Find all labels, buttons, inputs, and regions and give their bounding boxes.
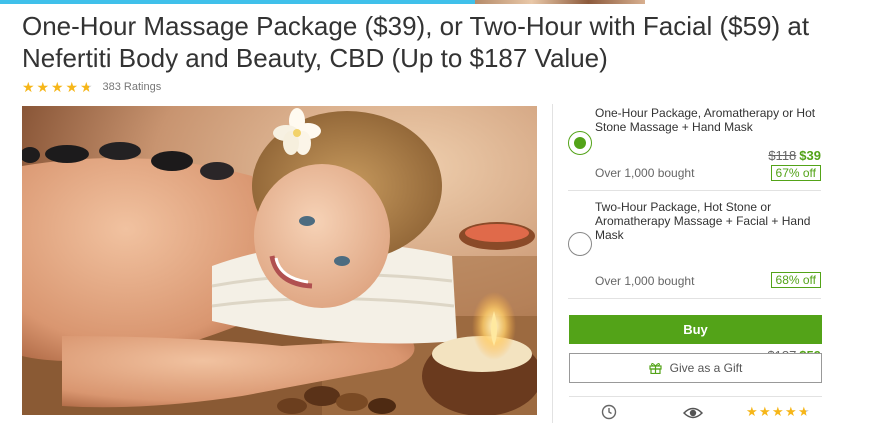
bought-count: Over 1,000 bought bbox=[595, 274, 695, 288]
bought-count: Over 1,000 bought bbox=[595, 166, 695, 180]
star-half-icon: ★ bbox=[80, 79, 93, 95]
option-one-hour[interactable]: One-Hour Package, Aromatherapy or Hot St… bbox=[568, 104, 821, 191]
star-icon: ★ bbox=[759, 404, 771, 419]
option-title: Two-Hour Package, Hot Stone or Aromather… bbox=[595, 200, 811, 242]
give-as-gift-button[interactable]: Give as a Gift bbox=[569, 353, 822, 383]
option-radio-selected[interactable] bbox=[568, 131, 592, 155]
star-icon: ★ bbox=[65, 79, 79, 95]
top-blue-bar bbox=[0, 0, 475, 4]
deal-title: One-Hour Massage Package ($39), or Two-H… bbox=[22, 11, 810, 73]
star-icon: ★ bbox=[785, 404, 797, 419]
star-icon: ★ bbox=[772, 404, 784, 419]
option-prices: $118 $39 bbox=[768, 148, 821, 163]
rating-count[interactable]: 383 Ratings bbox=[103, 81, 162, 93]
footer-divider bbox=[569, 396, 822, 397]
option-title: One-Hour Package, Aromatherapy or Hot St… bbox=[595, 106, 816, 134]
option-radio[interactable] bbox=[568, 232, 592, 256]
star-icon: ★ bbox=[22, 79, 35, 95]
star-icon: ★ bbox=[746, 404, 758, 419]
rating-stars: ★ ★ ★ ★ ★ bbox=[22, 80, 95, 94]
column-divider bbox=[552, 104, 553, 423]
top-banner-strip bbox=[0, 0, 870, 4]
original-price: $118 bbox=[768, 148, 797, 163]
gift-label: Give as a Gift bbox=[669, 361, 743, 375]
buy-button[interactable]: Buy bbox=[569, 315, 822, 344]
star-icon: ★ bbox=[36, 79, 50, 95]
spa-massage-photo bbox=[22, 106, 537, 415]
discount-badge: 68% off bbox=[770, 272, 821, 288]
deal-photo[interactable] bbox=[22, 106, 537, 415]
mini-rating-stars: ★ ★ ★ ★ ★ bbox=[746, 405, 811, 419]
clock-icon bbox=[601, 404, 617, 420]
sale-price: $39 bbox=[799, 148, 821, 163]
discount-badge: 67% off bbox=[770, 165, 821, 181]
gift-icon bbox=[649, 363, 662, 374]
eye-icon bbox=[683, 407, 703, 419]
star-icon: ★ bbox=[51, 79, 64, 95]
star-half-icon: ★ bbox=[798, 404, 810, 419]
deal-highlights: ★ ★ ★ ★ ★ bbox=[569, 404, 822, 423]
top-image-strip bbox=[475, 0, 645, 4]
rating-row[interactable]: ★ ★ ★ ★ ★ 383 Ratings bbox=[22, 79, 161, 95]
